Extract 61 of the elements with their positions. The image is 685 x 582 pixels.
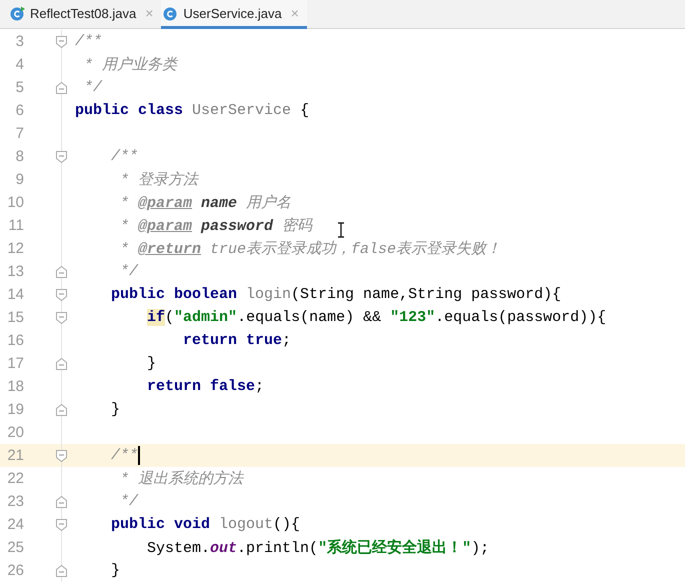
fold-icon[interactable] <box>56 564 67 576</box>
code-line: */ <box>83 79 102 96</box>
fold-icon[interactable] <box>56 266 67 278</box>
code-line: System.out.println("系统已经安全退出！"); <box>146 538 490 557</box>
line-number: 7 <box>14 125 24 142</box>
line-number: 22 <box>6 470 24 487</box>
fold-icon[interactable] <box>56 518 67 530</box>
code-line: return false; <box>146 378 264 395</box>
code-line: */ <box>119 263 138 280</box>
line-number: 12 <box>6 240 24 257</box>
code-line: if("admin".equals(name) && "123".equals(password)){ <box>146 309 606 326</box>
code-line: public boolean login(String name,String password){ <box>110 286 562 303</box>
fold-icon[interactable] <box>56 288 67 300</box>
line-number: 4 <box>14 56 24 73</box>
line-number: 13 <box>6 263 24 280</box>
code-line: public void logout(){ <box>110 516 300 533</box>
fold-icon[interactable] <box>56 312 67 324</box>
code-line: return true; <box>182 332 292 349</box>
code-line: } <box>110 562 120 579</box>
line-number: 8 <box>14 148 24 165</box>
line-number: 15 <box>6 309 24 326</box>
code-line: /** <box>110 148 138 165</box>
fold-icon[interactable] <box>56 496 67 508</box>
line-number: 3 <box>14 33 24 50</box>
code-line: * 登录方法 <box>119 170 198 189</box>
line-number: 5 <box>14 79 24 96</box>
line-number: 9 <box>14 171 24 188</box>
code-line: public class UserService { <box>75 102 310 119</box>
code-line: */ <box>119 493 138 510</box>
fold-icon[interactable] <box>56 82 67 94</box>
line-number: 21 <box>6 447 24 464</box>
line-number: 26 <box>6 562 24 579</box>
editor-tab[interactable]: UserService.java × <box>161 0 307 29</box>
line-number: 23 <box>6 493 24 510</box>
code-line: * 用户业务类 <box>83 56 178 74</box>
fold-icon[interactable] <box>56 358 67 370</box>
fold-icon[interactable] <box>56 404 67 416</box>
line-number: 16 <box>6 332 24 349</box>
line-number: 10 <box>6 194 24 211</box>
code-line: * @param password 密码 <box>119 216 312 235</box>
code-line: /** <box>110 447 138 464</box>
line-number: 25 <box>6 539 24 556</box>
line-number: 24 <box>6 516 24 533</box>
code-line: * @return true表示登录成功，false表示登录失败！ <box>119 240 502 258</box>
line-number: 11 <box>7 217 24 234</box>
line-number: 18 <box>6 378 24 395</box>
code-line: } <box>110 401 120 418</box>
text-cursor-icon <box>337 222 345 238</box>
fold-icon[interactable] <box>56 150 67 162</box>
code-line: } <box>146 355 156 372</box>
code-line: /** <box>75 33 102 50</box>
fold-icon[interactable] <box>56 450 67 462</box>
line-number: 6 <box>14 102 24 119</box>
code-line: * @param name 用户名 <box>119 194 292 212</box>
editor-tab[interactable]: ReflectTest08.java × <box>8 0 162 29</box>
fold-icon[interactable] <box>56 36 67 48</box>
line-number: 20 <box>6 424 24 441</box>
line-number: 14 <box>6 286 24 303</box>
line-number: 19 <box>6 401 24 418</box>
code-line: * 退出系统的方法 <box>119 469 244 488</box>
line-number: 17 <box>6 355 24 372</box>
